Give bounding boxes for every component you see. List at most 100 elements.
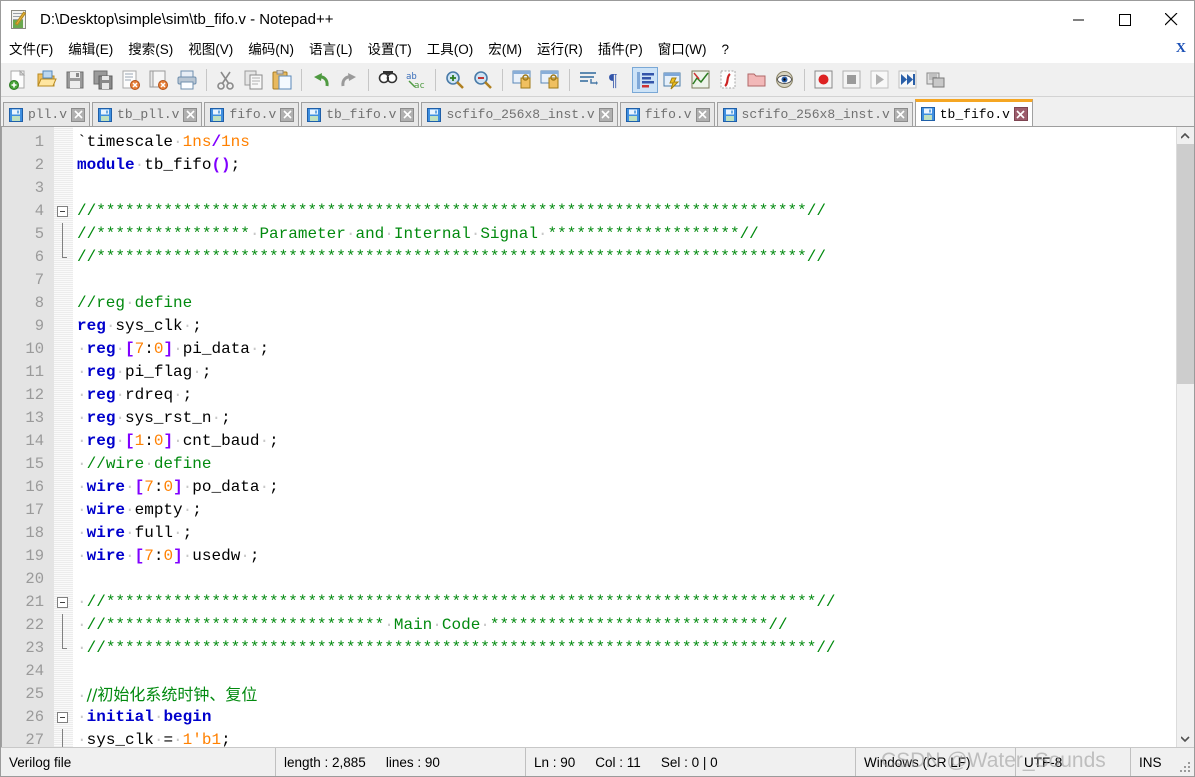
- tab-close-icon[interactable]: [893, 107, 908, 122]
- tab-label: pll.v: [28, 107, 68, 122]
- vertical-scrollbar[interactable]: [1176, 127, 1194, 747]
- code-line: `timescale·1ns/1ns: [77, 133, 250, 151]
- tab-scfifo_256x8_inst-v[interactable]: scfifo_256x8_inst.v: [421, 102, 618, 126]
- scroll-up-arrow[interactable]: [1177, 127, 1194, 144]
- paste-icon[interactable]: [269, 67, 295, 93]
- line-number: 18: [25, 524, 44, 542]
- maximize-button[interactable]: [1102, 1, 1148, 38]
- code-line: reg·sys_clk·;: [77, 317, 202, 335]
- redo-icon[interactable]: [336, 67, 362, 93]
- user-defined-language-icon[interactable]: [660, 67, 686, 93]
- open-file-icon[interactable]: [34, 67, 60, 93]
- function-list-icon[interactable]: [716, 67, 742, 93]
- fold-row: [54, 430, 73, 453]
- tab-scfifo_256x8_inst-v[interactable]: scfifo_256x8_inst.v: [716, 102, 913, 126]
- code-line: ·wire·[7:0]·usedw·;: [77, 547, 260, 565]
- sync-horizontal-scroll-icon[interactable]: [537, 67, 563, 93]
- scroll-down-arrow[interactable]: [1177, 730, 1194, 747]
- macro-save-icon[interactable]: [923, 67, 949, 93]
- fold-collapse-icon[interactable]: [57, 597, 68, 608]
- copy-icon[interactable]: [241, 67, 267, 93]
- menu-view[interactable]: 视图(V): [181, 39, 240, 62]
- menu-file[interactable]: 文件(F): [2, 39, 60, 62]
- tab-label: tb_fifo.v: [939, 106, 1010, 122]
- vertical-scrollbar-thumb[interactable]: [1177, 144, 1194, 384]
- menu-help[interactable]: ?: [714, 39, 736, 62]
- new-file-icon[interactable]: [6, 67, 32, 93]
- save-icon[interactable]: [62, 67, 88, 93]
- tab-close-icon[interactable]: [280, 107, 295, 122]
- line-number: 16: [25, 478, 44, 496]
- line-number: 13: [25, 409, 44, 427]
- line-number: 17: [25, 501, 44, 519]
- tab-close-icon[interactable]: [1013, 107, 1028, 121]
- zoom-in-icon[interactable]: [442, 67, 468, 93]
- tab-tb_pll-v[interactable]: tb_pll.v: [92, 102, 203, 126]
- code-line: //****************·Parameter·and·Interna…: [77, 225, 759, 243]
- menu-run[interactable]: 运行(R): [530, 39, 590, 62]
- find-icon[interactable]: [375, 67, 401, 93]
- menu-edit[interactable]: 编辑(E): [61, 39, 120, 62]
- menu-settings[interactable]: 设置(T): [361, 39, 419, 62]
- menu-language[interactable]: 语言(L): [302, 39, 360, 62]
- tab-pll-v[interactable]: pll.v: [3, 102, 91, 126]
- tab-fifo-v[interactable]: fifo.v: [204, 102, 300, 126]
- tab-fifo-v[interactable]: fifo.v: [619, 102, 715, 126]
- macro-playback-icon[interactable]: [867, 67, 893, 93]
- code-folding-margin[interactable]: [54, 127, 73, 747]
- tab-tb_fifo-v-active[interactable]: tb_fifo.v: [914, 99, 1033, 126]
- close-all-files-icon[interactable]: [146, 67, 172, 93]
- fold-collapse-icon[interactable]: [57, 206, 68, 217]
- macro-run-multiple-icon[interactable]: [895, 67, 921, 93]
- document-map-icon[interactable]: [688, 67, 714, 93]
- zoom-out-icon[interactable]: [470, 67, 496, 93]
- replace-icon[interactable]: ab ac: [403, 67, 429, 93]
- macro-record-icon[interactable]: [811, 67, 837, 93]
- menu-encoding[interactable]: 编码(N): [241, 39, 301, 62]
- tab-close-icon[interactable]: [598, 107, 613, 122]
- word-wrap-icon[interactable]: [576, 67, 602, 93]
- tab-close-icon[interactable]: [695, 107, 710, 122]
- tab-label: tb_fifo.v: [326, 107, 397, 122]
- line-number: 9: [34, 317, 44, 335]
- folder-as-workspace-icon[interactable]: [744, 67, 770, 93]
- tab-close-icon[interactable]: [71, 107, 86, 122]
- fold-collapse-icon[interactable]: [57, 712, 68, 723]
- fold-row[interactable]: [54, 200, 73, 223]
- save-all-icon[interactable]: [90, 67, 116, 93]
- line-number: 5: [34, 225, 44, 243]
- menu-search[interactable]: 搜索(S): [121, 39, 180, 62]
- indent-guide-icon[interactable]: [632, 66, 658, 93]
- close-button[interactable]: [1148, 1, 1194, 38]
- fold-row[interactable]: [54, 591, 73, 614]
- menu-macro[interactable]: 宏(M): [481, 39, 529, 62]
- code-view[interactable]: `timescale·1ns/1ns module·tb_fifo(); //**…: [73, 127, 1176, 747]
- fold-row[interactable]: [54, 706, 73, 729]
- fold-row: [54, 292, 73, 315]
- menu-tools[interactable]: 工具(O): [420, 39, 481, 62]
- menu-plugins[interactable]: 插件(P): [591, 39, 650, 62]
- undo-icon[interactable]: [308, 67, 334, 93]
- tab-close-icon[interactable]: [183, 107, 198, 122]
- close-document-button[interactable]: X: [1176, 41, 1186, 57]
- window-title: D:\Desktop\simple\sim\tb_fifo.v - Notepa…: [40, 11, 334, 28]
- minimize-button[interactable]: [1056, 1, 1102, 38]
- close-file-icon[interactable]: [118, 67, 144, 93]
- monitoring-icon[interactable]: [772, 67, 798, 93]
- resize-grip[interactable]: [1180, 762, 1192, 774]
- tab-tb_fifo-v[interactable]: tb_fifo.v: [301, 102, 420, 126]
- menu-window[interactable]: 窗口(W): [651, 39, 714, 62]
- code-line: module·tb_fifo();: [77, 156, 241, 174]
- macro-stop-icon[interactable]: [839, 67, 865, 93]
- code-line: ·reg·pi_flag·;: [77, 363, 212, 381]
- tab-label: scfifo_256x8_inst.v: [741, 107, 890, 122]
- fold-row: [54, 614, 73, 637]
- line-number: 11: [25, 363, 44, 381]
- tab-close-icon[interactable]: [400, 107, 415, 122]
- line-number: 25: [25, 685, 44, 703]
- line-number: 20: [25, 570, 44, 588]
- cut-icon[interactable]: [213, 67, 239, 93]
- show-all-characters-icon[interactable]: ¶: [604, 67, 630, 93]
- print-icon[interactable]: [174, 67, 200, 93]
- sync-vertical-scroll-icon[interactable]: [509, 67, 535, 93]
